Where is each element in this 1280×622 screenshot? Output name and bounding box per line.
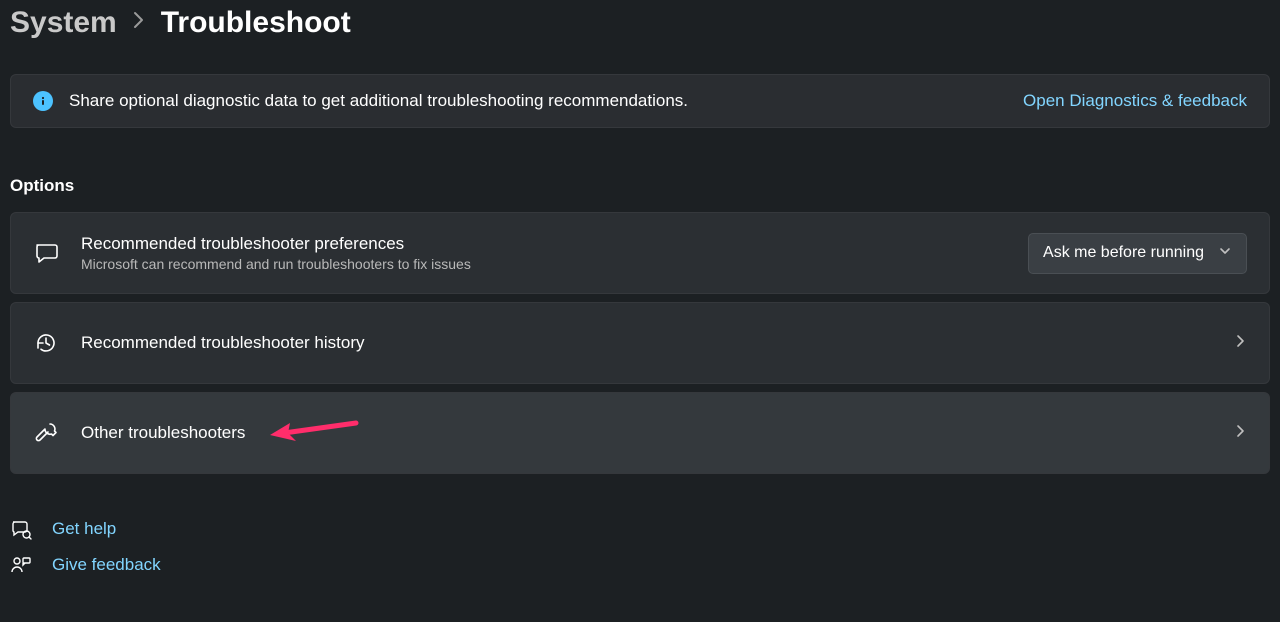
history-icon [33, 330, 59, 356]
diagnostics-info-text: Share optional diagnostic data to get ad… [69, 91, 1007, 111]
breadcrumb-parent[interactable]: System [10, 6, 117, 40]
give-feedback-link[interactable]: Give feedback [10, 554, 1270, 576]
other-title: Other troubleshooters [81, 423, 1211, 443]
diagnostics-info-bar: Share optional diagnostic data to get ad… [10, 74, 1270, 128]
history-title: Recommended troubleshooter history [81, 333, 1211, 353]
chat-bubble-icon [33, 240, 59, 266]
troubleshooter-preferences-row: Recommended troubleshooter preferences M… [10, 212, 1270, 294]
chevron-right-icon [133, 11, 145, 35]
preferences-dropdown-value: Ask me before running [1043, 244, 1204, 262]
preferences-title: Recommended troubleshooter preferences [81, 234, 1006, 254]
feedback-person-icon [10, 554, 32, 576]
preferences-subtitle: Microsoft can recommend and run troubles… [81, 256, 1006, 272]
troubleshooter-history-row[interactable]: Recommended troubleshooter history [10, 302, 1270, 384]
chevron-down-icon [1218, 244, 1232, 263]
open-diagnostics-link[interactable]: Open Diagnostics & feedback [1023, 91, 1247, 111]
chevron-right-icon [1233, 334, 1247, 353]
breadcrumb: System Troubleshoot [10, 0, 1270, 40]
info-icon [33, 91, 53, 111]
give-feedback-label: Give feedback [52, 555, 161, 575]
help-chat-icon [10, 518, 32, 540]
wrench-icon [33, 420, 59, 446]
options-heading: Options [10, 176, 1270, 196]
preferences-dropdown[interactable]: Ask me before running [1028, 233, 1247, 274]
get-help-link[interactable]: Get help [10, 518, 1270, 540]
other-troubleshooters-row[interactable]: Other troubleshooters [10, 392, 1270, 474]
breadcrumb-current: Troubleshoot [161, 6, 351, 40]
get-help-label: Get help [52, 519, 116, 539]
chevron-right-icon [1233, 424, 1247, 443]
footer-links: Get help Give feedback [10, 518, 1270, 576]
